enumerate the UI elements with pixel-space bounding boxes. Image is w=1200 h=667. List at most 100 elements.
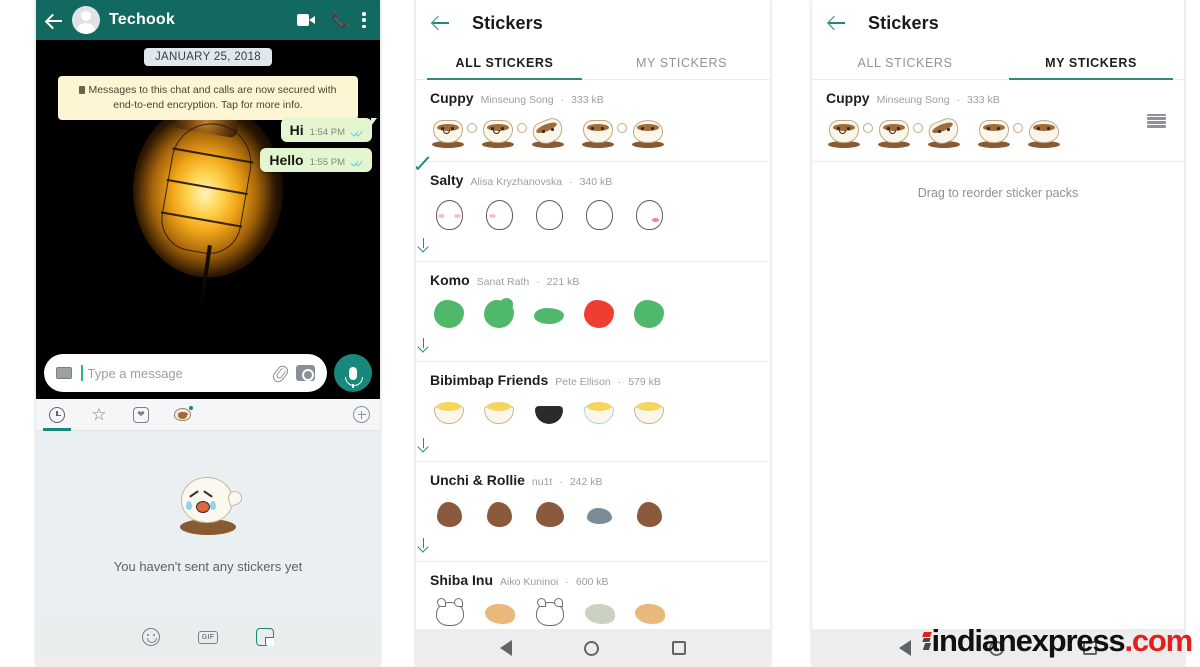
pack-name: Unchi & Rollie — [430, 472, 525, 488]
sticker-tab-bar: ☆ ❤ — [36, 399, 380, 431]
encryption-text: Messages to this chat and calls are now … — [88, 84, 337, 112]
back-arrow-icon[interactable] — [46, 12, 63, 29]
pack-size: 221 kB — [546, 276, 580, 288]
sticker-thumb — [876, 114, 923, 150]
page-title: Techook — [109, 11, 176, 28]
message-bubble[interactable]: Hi 1:54 PM — [280, 118, 378, 142]
message-bubble[interactable]: Hello 1:55 PM — [260, 148, 372, 172]
voice-call-icon[interactable]: 📞 — [331, 13, 350, 28]
sticker-thumb — [630, 296, 670, 332]
sticker-thumb — [430, 296, 470, 332]
sticker-pack-row[interactable]: Shiba Inu Aiko Kuninoi · 600 kB — [416, 562, 770, 629]
smiley-icon[interactable] — [141, 628, 160, 646]
pack-author: nu1t — [531, 476, 553, 488]
sticker-tab-favorites[interactable]: ❤ — [130, 404, 152, 426]
stickers-header: Stickers — [812, 0, 1184, 46]
header-actions: 📞 — [297, 12, 370, 28]
sticker-pack-row[interactable]: Cuppy Minseung Song · 333 kB — [812, 80, 1184, 162]
message-input-bar: Type a message — [36, 347, 380, 399]
nav-back-icon[interactable] — [500, 640, 513, 656]
paperclip-icon[interactable] — [271, 365, 287, 382]
sticker-tab-cuppy-pack[interactable] — [172, 404, 194, 426]
sticker-thumb — [925, 114, 966, 150]
pack-name: Cuppy — [430, 90, 474, 106]
sticker-thumb — [530, 296, 570, 332]
message-placeholder: Type a message — [87, 365, 183, 381]
page-title: Stickers — [472, 12, 543, 33]
sticker-thumb — [480, 396, 520, 432]
page-title: Stickers — [868, 12, 939, 33]
avatar[interactable] — [72, 6, 100, 34]
plus-circle-icon[interactable] — [353, 406, 370, 423]
drag-handle-icon[interactable] — [1147, 113, 1166, 128]
sticker-thumb — [630, 596, 670, 629]
pack-preview-row — [430, 494, 756, 534]
pack-preview-row — [430, 112, 756, 152]
read-receipt-icon — [351, 129, 364, 138]
sticker-pack-list[interactable]: Cuppy Minseung Song · 333 kB Salty Alisa… — [416, 80, 770, 629]
tab-all-stickers[interactable]: ALL STICKERS — [812, 46, 998, 79]
watermark-tld: .com — [1124, 623, 1193, 658]
pack-name: Shiba Inu — [430, 572, 493, 588]
pack-author: Pete Ellison — [555, 376, 611, 388]
tab-all-stickers[interactable]: ALL STICKERS — [416, 46, 593, 80]
clock-icon — [49, 406, 65, 423]
pack-preview-row — [430, 394, 756, 434]
sticker-pack-row[interactable]: Bibimbap Friends Pete Ellison · 579 kB — [416, 362, 770, 462]
sticker-thumb — [630, 396, 670, 432]
sticker-thumb — [580, 296, 620, 332]
sticker-thumb — [580, 596, 620, 629]
pack-name: Salty — [430, 172, 464, 188]
nav-recents-icon[interactable] — [671, 641, 686, 655]
pack-preview-row — [430, 594, 756, 629]
sticker-icon[interactable] — [256, 628, 275, 646]
phone-panel-chat: Techook 📞 JANUARY 25, 2018 Messages to t… — [36, 0, 380, 667]
message-time: 1:55 PM — [309, 157, 345, 168]
sticker-thumb — [430, 196, 470, 232]
android-navbar — [36, 657, 380, 667]
microphone-button[interactable] — [334, 354, 372, 392]
message-list: Hi 1:54 PM Hello 1:55 PM — [260, 118, 378, 172]
pack-size: 333 kB — [967, 94, 1000, 106]
back-arrow-icon[interactable] — [432, 15, 450, 31]
phone-panel-my-stickers: Stickers ALL STICKERS MY STICKERS Cuppy … — [812, 0, 1184, 667]
sticker-pack-row[interactable]: Salty Alisa Kryzhanovska · 340 kB — [416, 162, 770, 262]
keyboard-mode-tabs: GIF — [36, 617, 380, 657]
indianexpress-logo-icon — [921, 632, 932, 650]
sticker-tab-starred[interactable]: ☆ — [88, 404, 110, 426]
sticker-thumb — [1026, 114, 1066, 150]
sticker-thumb — [529, 114, 570, 150]
sticker-thumb — [826, 114, 873, 150]
stickers-tabs: ALL STICKERS MY STICKERS — [812, 46, 1184, 80]
pack-separator: · — [617, 376, 622, 388]
sticker-pack-row[interactable]: Unchi & Rollie nu1t · 242 kB — [416, 462, 770, 562]
tab-my-stickers[interactable]: MY STICKERS — [593, 46, 770, 79]
keyboard-icon[interactable] — [56, 367, 72, 379]
overflow-menu-icon[interactable] — [362, 12, 366, 28]
encryption-notice[interactable]: Messages to this chat and calls are now … — [58, 76, 358, 121]
tab-my-stickers[interactable]: MY STICKERS — [998, 46, 1184, 80]
video-call-icon[interactable] — [297, 14, 315, 26]
sticker-pack-row[interactable]: Cuppy Minseung Song · 333 kB — [416, 80, 770, 162]
reorder-hint-text: Drag to reorder sticker packs — [917, 186, 1079, 200]
nav-home-icon[interactable] — [584, 640, 600, 656]
back-arrow-icon[interactable] — [828, 15, 846, 31]
new-badge-dot — [187, 405, 194, 411]
gif-icon[interactable]: GIF — [197, 630, 219, 644]
sticker-pack-row[interactable]: Komo Sanat Rath · 221 kB — [416, 262, 770, 362]
pack-preview-row — [826, 112, 1170, 152]
crying-cuppy-sticker — [172, 475, 244, 537]
message-input-field[interactable]: Type a message — [44, 354, 327, 392]
nav-back-icon[interactable] — [899, 640, 912, 656]
sticker-tab-recents[interactable] — [43, 404, 71, 431]
sticker-thumb — [580, 496, 620, 532]
star-icon: ☆ — [91, 404, 107, 424]
sticker-thumb — [580, 114, 627, 150]
pack-separator: · — [956, 94, 961, 106]
camera-icon[interactable] — [296, 365, 315, 381]
sticker-thumb — [580, 396, 620, 432]
pack-author: Minseung Song — [480, 94, 554, 106]
my-sticker-pack-list[interactable]: Cuppy Minseung Song · 333 kB Drag to reo… — [812, 80, 1184, 629]
sticker-thumb — [630, 496, 670, 532]
stickers-header: Stickers — [416, 0, 770, 46]
